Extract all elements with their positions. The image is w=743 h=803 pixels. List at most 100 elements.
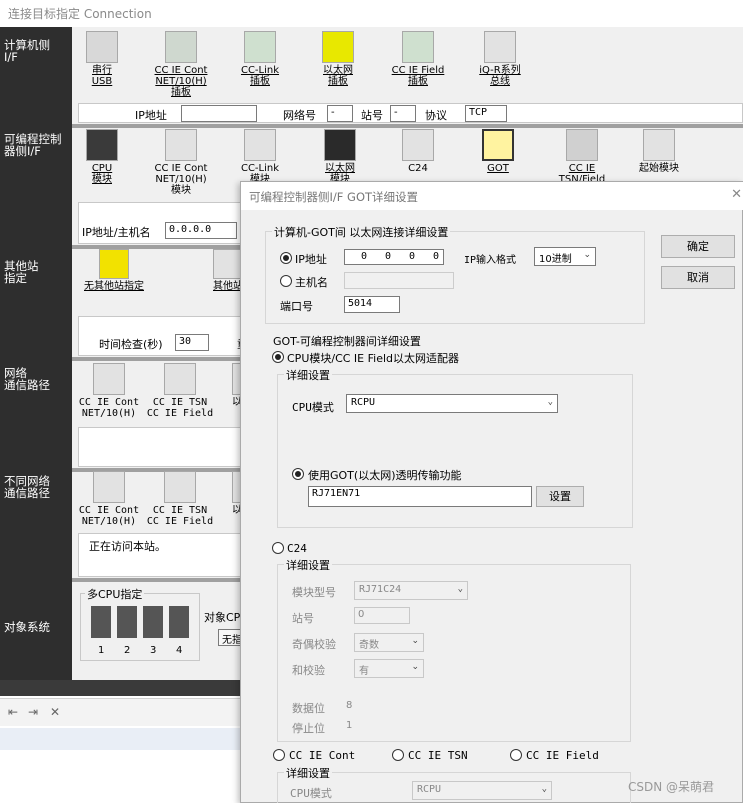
data-bits-value: 8 [346, 700, 353, 711]
cpu-module-radio[interactable] [272, 351, 284, 363]
route-cc-ie-cont[interactable]: CC IE Cont NET/10(H) [78, 363, 140, 419]
ip-address-label: IP地址 [295, 253, 327, 266]
ok-button[interactable]: 确定 [661, 235, 735, 258]
plc-if-c24[interactable]: C24 [398, 129, 438, 174]
host-name-field[interactable] [344, 272, 454, 289]
diff-route-cc-ie-tsn-field[interactable]: CC IE TSN CC IE Field [146, 471, 214, 527]
chevron-down-icon: ⌄ [411, 662, 419, 672]
chevron-down-icon: ⌄ [541, 784, 547, 794]
network-no-field[interactable]: - [327, 105, 353, 122]
pc-station-icon [99, 249, 129, 279]
cancel-button[interactable]: 取消 [661, 266, 735, 289]
c24-icon [402, 129, 434, 161]
pc-if-ethernet-board[interactable]: 以太网 插板 [316, 31, 360, 87]
pc-if-cclink-board[interactable]: CC-Link 插板 [234, 31, 286, 87]
transparent-transfer-radio[interactable] [292, 468, 304, 480]
module-model-select[interactable]: RJ71C24 ⌄ [354, 581, 468, 600]
pc-if-serial-usb[interactable]: 串行 USB [82, 31, 122, 87]
ip-address-input[interactable]: 0 0 0 0 [344, 249, 444, 265]
window-title: 连接目标指定 Connection [8, 7, 152, 21]
cpu-slot-3-icon[interactable] [143, 606, 163, 638]
chevron-down-icon: ⌄ [457, 584, 463, 594]
pc-ip-field[interactable] [181, 105, 257, 122]
parity-select[interactable]: 奇数 ⌄ [354, 633, 424, 652]
no-other-station-option[interactable]: 无其他站指定 [76, 249, 152, 292]
cpu-module-icon [86, 129, 118, 161]
time-check-field[interactable]: 30 [175, 334, 209, 351]
host-name-radio[interactable] [280, 275, 292, 287]
c24-detail-group: 详细设置 模块型号 RJ71C24 ⌄ 站号 0 奇偶校验 奇数 ⌄ 和校验 有… [277, 557, 631, 742]
bottom-cpu-mode-select[interactable]: RCPU ⌄ [412, 781, 552, 800]
route-cc-ie-tsn-field[interactable]: CC IE TSN CC IE Field [146, 363, 214, 419]
cpu-slot-number: 3 [150, 645, 157, 656]
protocol-field[interactable]: TCP [465, 105, 507, 122]
chevron-down-icon: ⌄ [547, 397, 553, 407]
serial-usb-icon [86, 31, 118, 63]
stop-bits-label: 停止位 [292, 722, 325, 735]
divider [72, 124, 743, 128]
settings-button[interactable]: 设置 [536, 486, 584, 507]
port-field[interactable]: 5014 [344, 296, 400, 313]
cpu-slot-4-icon[interactable] [169, 606, 189, 638]
cpu-mode-select[interactable]: RCPU ⌄ [346, 394, 558, 413]
window-titlebar: 连接目标指定 Connection [0, 0, 743, 26]
sum-check-select[interactable]: 有 ⌄ [354, 659, 424, 678]
transparent-module-field[interactable]: RJ71EN71 [308, 486, 532, 507]
plc-if-cclink-module[interactable]: CC-Link 模块 [234, 129, 286, 185]
pc-ip-label: IP地址 [135, 109, 167, 122]
plc-if-head-module[interactable]: 起始模块 [630, 129, 688, 174]
cc-ie-tsn-route-icon [164, 471, 196, 503]
station-no-field[interactable]: - [390, 105, 416, 122]
label-network-route: 网络 通信路径 [4, 366, 50, 392]
dialog-titlebar: 可编程控制器侧I/F GOT详细设置 ✕ [241, 182, 743, 210]
forward-icon[interactable]: ⇥ [28, 705, 38, 719]
ip-address-radio[interactable] [280, 252, 292, 264]
pc-if-cc-ie-board[interactable]: CC IE Cont NET/10(H) 插板 [148, 31, 214, 98]
c24-label: C24 [287, 542, 307, 555]
cpu-slot-number: 4 [176, 645, 183, 656]
got-icon [482, 129, 514, 161]
target-cpu-label: 对象CP [204, 611, 241, 624]
cc-ie-cont-radio[interactable] [273, 749, 285, 761]
ip-format-select[interactable]: 10进制 ⌄ [534, 247, 596, 266]
label-pc-if: 计算机侧 I/F [4, 38, 50, 64]
cc-ie-tsn-route-icon [164, 363, 196, 395]
pc-if-cc-ie-field-board[interactable]: CC IE Field 插板 [384, 31, 452, 87]
close-icon[interactable]: ✕ [731, 187, 742, 202]
c24-station-label: 站号 [292, 612, 314, 625]
chevron-down-icon: ⌄ [411, 636, 419, 646]
cclink-board-icon [244, 31, 276, 63]
ip-host-field[interactable]: 0.0.0.0 [165, 222, 237, 239]
detail-group-title: 详细设置 [284, 367, 332, 383]
station-no-label: 站号 [361, 109, 383, 122]
got-plc-group-title: GOT-可编程控制器间详细设置 [271, 333, 423, 349]
back-icon[interactable]: ⇤ [8, 705, 18, 719]
pc-if-iqr-bus[interactable]: iQ-R系列 总线 [472, 31, 528, 87]
plc-if-tsn-field[interactable]: CC IE TSN/Field [552, 129, 612, 185]
parity-label: 奇偶校验 [292, 638, 336, 651]
plc-if-cc-ie-module[interactable]: CC IE Cont NET/10(H) 模块 [148, 129, 214, 196]
cc-ie-cont-label: CC IE Cont [289, 749, 356, 762]
c24-radio[interactable] [272, 542, 284, 554]
plc-if-cpu-module[interactable]: CPU 模块 [82, 129, 122, 185]
pc-got-group: 计算机-GOT间 以太网连接详细设置 IP地址 0 0 0 0 IP输入格式 1… [265, 224, 645, 324]
cc-ie-module-icon [165, 129, 197, 161]
plc-if-ethernet-module[interactable]: 以太网 模块 [318, 129, 362, 185]
cc-ie-board-icon [165, 31, 197, 63]
data-bits-label: 数据位 [292, 702, 325, 715]
c24-station-field[interactable]: 0 [354, 607, 410, 624]
cc-ie-field-radio[interactable] [510, 749, 522, 761]
bottom-detail-group-title: 详细设置 [284, 765, 332, 781]
cc-ie-tsn-radio[interactable] [392, 749, 404, 761]
disconnect-icon[interactable]: ✕ [50, 705, 60, 719]
network-no-label: 网络号 [283, 109, 316, 122]
diff-route-cc-ie-cont[interactable]: CC IE Cont NET/10(H) [78, 471, 140, 527]
cpu-slot-2-icon[interactable] [117, 606, 137, 638]
module-model-label: 模块型号 [292, 586, 336, 599]
cc-ie-cont-route-icon [93, 363, 125, 395]
cpu-slot-1-icon[interactable] [91, 606, 111, 638]
plc-if-got[interactable]: GOT [478, 129, 518, 174]
multi-cpu-group: 多CPU指定 1 2 3 4 [80, 586, 200, 661]
label-diff-network-route: 不同网络 通信路径 [4, 474, 50, 500]
label-plc-if: 可编程控制 器侧I/F [4, 132, 62, 158]
